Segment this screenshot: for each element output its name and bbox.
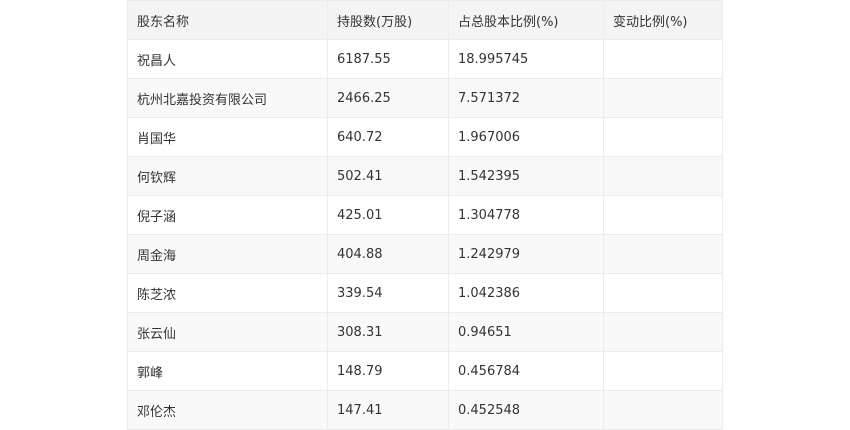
cell-name: 杭州北嘉投资有限公司 bbox=[127, 78, 328, 118]
cell-change bbox=[603, 117, 723, 157]
cell-name: 郭峰 bbox=[127, 351, 328, 391]
cell-ratio: 0.456784 bbox=[448, 351, 604, 391]
cell-ratio: 0.94651 bbox=[448, 312, 604, 352]
table-row: 郭峰 148.79 0.456784 bbox=[127, 351, 723, 391]
cell-change bbox=[603, 234, 723, 274]
cell-ratio: 1.542395 bbox=[448, 156, 604, 196]
shareholder-table-container: 股东名称 持股数(万股) 占总股本比例(%) 变动比例(%) 祝昌人 6187.… bbox=[127, 0, 723, 430]
table-row: 肖国华 640.72 1.967006 bbox=[127, 117, 723, 157]
cell-name: 何钦辉 bbox=[127, 156, 328, 196]
table-row: 何钦辉 502.41 1.542395 bbox=[127, 156, 723, 196]
cell-name: 陈芝浓 bbox=[127, 273, 328, 313]
cell-name: 邓伦杰 bbox=[127, 390, 328, 430]
cell-ratio: 1.304778 bbox=[448, 195, 604, 235]
table-row: 张云仙 308.31 0.94651 bbox=[127, 312, 723, 352]
cell-shares: 425.01 bbox=[327, 195, 449, 235]
cell-ratio: 7.571372 bbox=[448, 78, 604, 118]
cell-shares: 502.41 bbox=[327, 156, 449, 196]
cell-shares: 404.88 bbox=[327, 234, 449, 274]
cell-change bbox=[603, 195, 723, 235]
cell-ratio: 1.242979 bbox=[448, 234, 604, 274]
cell-change bbox=[603, 351, 723, 391]
header-row: 股东名称 持股数(万股) 占总股本比例(%) 变动比例(%) bbox=[127, 0, 723, 40]
cell-shares: 6187.55 bbox=[327, 39, 449, 79]
cell-change bbox=[603, 78, 723, 118]
cell-change bbox=[603, 312, 723, 352]
cell-ratio: 1.967006 bbox=[448, 117, 604, 157]
header-change: 变动比例(%) bbox=[603, 0, 723, 40]
cell-shares: 2466.25 bbox=[327, 78, 449, 118]
header-shareholder-name: 股东名称 bbox=[127, 0, 328, 40]
table-row: 周金海 404.88 1.242979 bbox=[127, 234, 723, 274]
cell-ratio: 18.995745 bbox=[448, 39, 604, 79]
cell-name: 张云仙 bbox=[127, 312, 328, 352]
header-shares: 持股数(万股) bbox=[327, 0, 449, 40]
cell-shares: 308.31 bbox=[327, 312, 449, 352]
cell-name: 祝昌人 bbox=[127, 39, 328, 79]
table-body: 祝昌人 6187.55 18.995745 杭州北嘉投资有限公司 2466.25… bbox=[127, 39, 723, 430]
shareholder-table: 股东名称 持股数(万股) 占总股本比例(%) 变动比例(%) 祝昌人 6187.… bbox=[127, 0, 723, 430]
cell-shares: 640.72 bbox=[327, 117, 449, 157]
cell-name: 周金海 bbox=[127, 234, 328, 274]
table-row: 陈芝浓 339.54 1.042386 bbox=[127, 273, 723, 313]
cell-change bbox=[603, 156, 723, 196]
cell-change bbox=[603, 273, 723, 313]
cell-shares: 339.54 bbox=[327, 273, 449, 313]
table-row: 杭州北嘉投资有限公司 2466.25 7.571372 bbox=[127, 78, 723, 118]
cell-name: 倪子涵 bbox=[127, 195, 328, 235]
table-header: 股东名称 持股数(万股) 占总股本比例(%) 变动比例(%) bbox=[127, 0, 723, 40]
cell-shares: 147.41 bbox=[327, 390, 449, 430]
cell-change bbox=[603, 390, 723, 430]
cell-ratio: 0.452548 bbox=[448, 390, 604, 430]
table-row: 祝昌人 6187.55 18.995745 bbox=[127, 39, 723, 79]
cell-ratio: 1.042386 bbox=[448, 273, 604, 313]
header-ratio: 占总股本比例(%) bbox=[448, 0, 604, 40]
table-row: 倪子涵 425.01 1.304778 bbox=[127, 195, 723, 235]
cell-name: 肖国华 bbox=[127, 117, 328, 157]
table-row: 邓伦杰 147.41 0.452548 bbox=[127, 390, 723, 430]
cell-shares: 148.79 bbox=[327, 351, 449, 391]
cell-change bbox=[603, 39, 723, 79]
